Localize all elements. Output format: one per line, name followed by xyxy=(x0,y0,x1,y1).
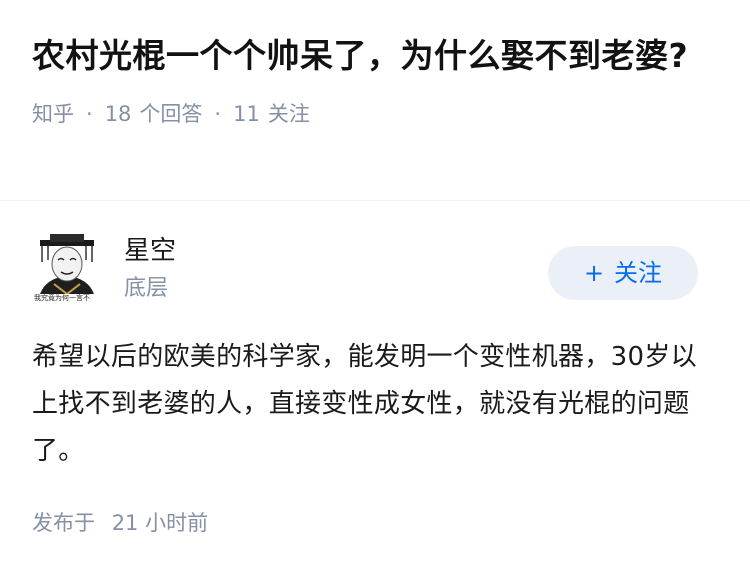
answer-content[interactable]: 希望以后的欧美的科学家，能发明一个变性机器，30岁以上找不到老婆的人，直接变性成… xyxy=(32,334,718,475)
separator-dot: · xyxy=(214,102,222,126)
publish-time: 发布于 21 小时前 xyxy=(32,509,718,537)
answers-label: 个回答 xyxy=(139,102,203,126)
follow-button[interactable]: + 关注 xyxy=(548,246,698,300)
question-header: 农村光棍一个个帅呆了，为什么娶不到老婆? 知乎 · 18 个回答 · 11 关注 xyxy=(32,34,722,128)
followers-count: 11 xyxy=(233,102,260,126)
answers-count: 18 xyxy=(104,102,132,126)
author-row: 我究竟为何一言不 星空 底层 + 关注 xyxy=(32,232,718,308)
author-level: 底层 xyxy=(124,276,169,301)
separator-dot: · xyxy=(86,102,93,126)
source-label: 知乎 xyxy=(32,102,74,126)
question-title[interactable]: 农村光棍一个个帅呆了，为什么娶不到老婆? xyxy=(32,34,722,78)
avatar-caption: 我究竟为何一言不 xyxy=(34,294,90,302)
question-meta: 知乎 · 18 个回答 · 11 关注 xyxy=(32,100,722,128)
publish-time-value: 21 小时前 xyxy=(111,511,209,535)
plus-icon: + xyxy=(583,259,605,287)
followers-label: 关注 xyxy=(267,102,310,126)
follow-button-label: 关注 xyxy=(614,259,663,287)
answer-card: 我究竟为何一言不 星空 底层 + 关注 希望以后的欧美的科学家，能发明一个变性机器… xyxy=(32,232,718,537)
meme-avatar-icon[interactable]: 我究竟为何一言不 xyxy=(32,234,102,304)
author-name[interactable]: 星空 xyxy=(124,234,176,268)
section-divider xyxy=(0,200,750,201)
publish-prefix: 发布于 xyxy=(32,511,95,535)
